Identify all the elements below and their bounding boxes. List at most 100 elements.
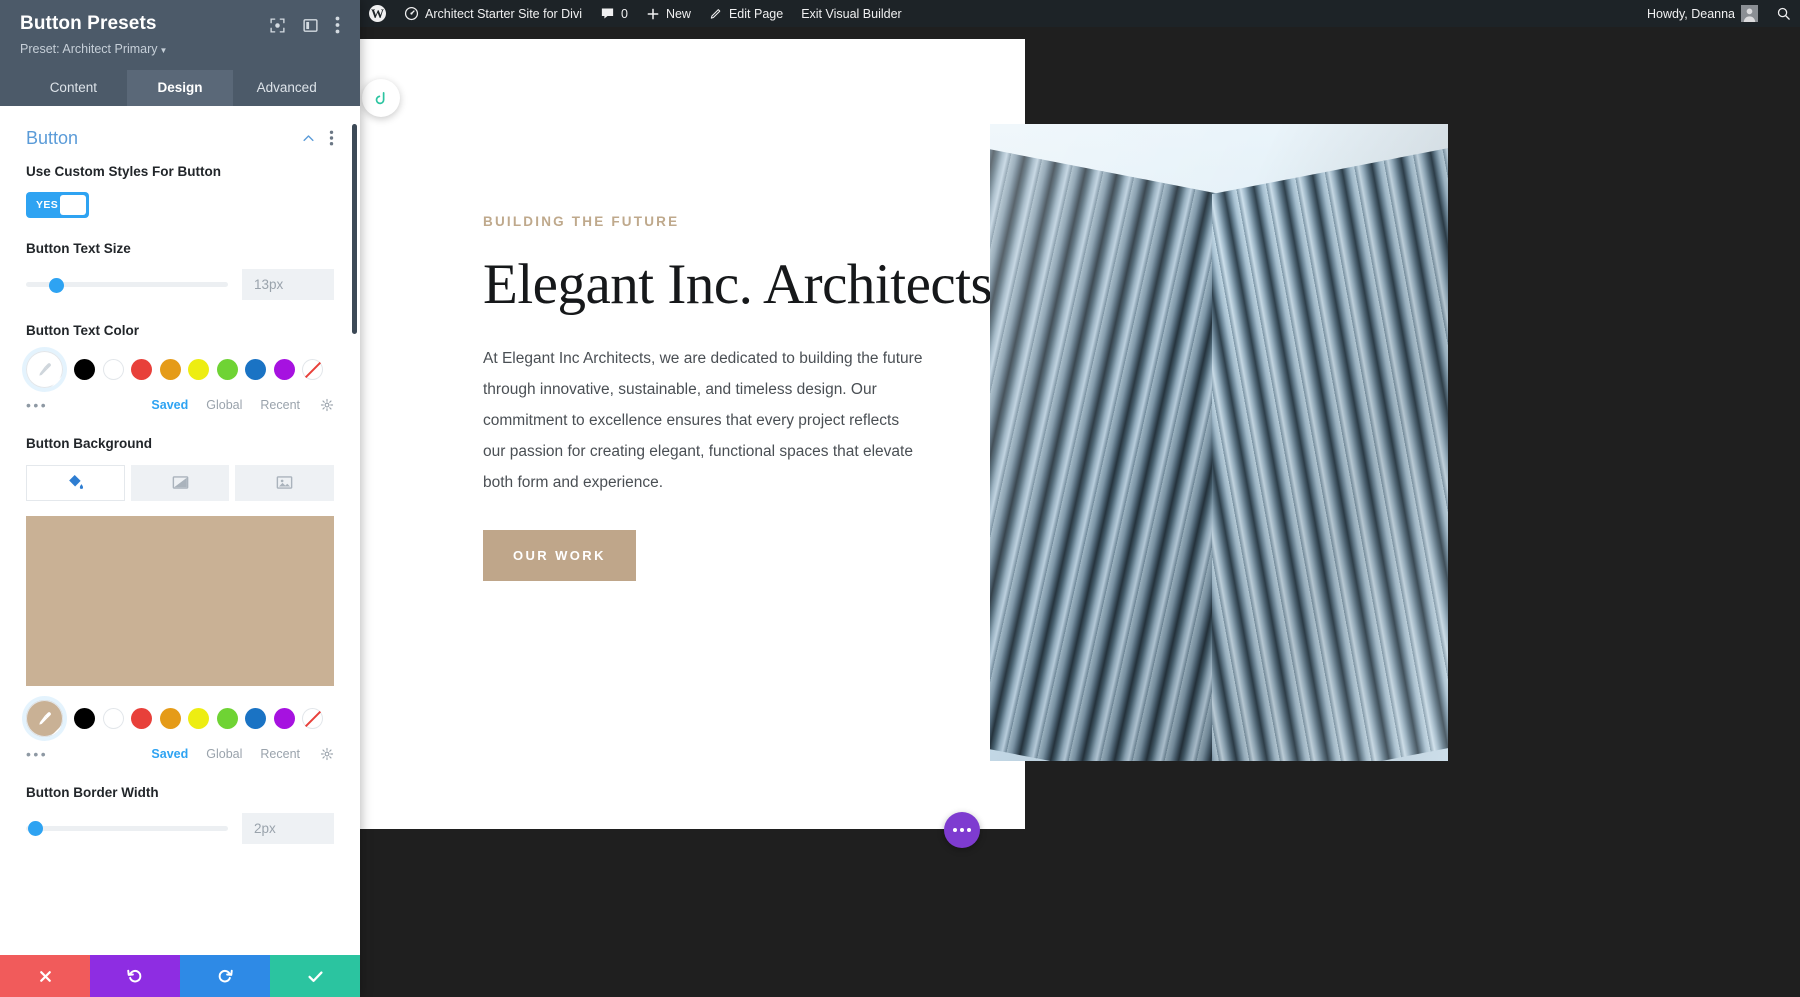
swatch-white[interactable]: [103, 359, 124, 380]
swatch-green[interactable]: [217, 359, 238, 380]
panel-tabs: Content Design Advanced: [20, 70, 340, 106]
text-size-label: Button Text Size: [26, 240, 334, 258]
avatar: [1741, 5, 1758, 22]
wp-logo-menu[interactable]: W: [360, 0, 395, 27]
account-menu[interactable]: Howdy, Deanna: [1638, 0, 1767, 27]
exit-visual-builder-link[interactable]: Exit Visual Builder: [792, 0, 911, 27]
border-width-slider[interactable]: [26, 818, 228, 838]
text-size-slider[interactable]: [26, 275, 228, 295]
text-size-input[interactable]: [242, 269, 334, 300]
preset-selector[interactable]: Preset: Architect Primary▼: [20, 42, 269, 56]
slider-handle[interactable]: [49, 278, 64, 293]
panel-header: Button Presets Preset: Architect Primary…: [0, 0, 360, 106]
ellipsis-dot: [967, 828, 971, 832]
search-icon: [1776, 6, 1791, 21]
panel-footer-actions: [0, 955, 360, 997]
slider-handle[interactable]: [28, 821, 43, 836]
background-selected-swatch[interactable]: [26, 700, 63, 737]
tab-content[interactable]: Content: [20, 70, 127, 106]
vertical-dots-icon[interactable]: [335, 16, 340, 34]
new-label: New: [666, 7, 691, 21]
plus-icon: [646, 7, 660, 21]
layout-columns-icon[interactable]: [302, 17, 319, 34]
edit-page-label: Edit Page: [729, 7, 783, 21]
adminbar-search-button[interactable]: [1767, 0, 1800, 27]
comment-bubble-icon: [600, 6, 615, 21]
panel-title: Button Presets: [20, 13, 269, 36]
dashboard-icon: [404, 6, 419, 21]
swatch-purple[interactable]: [274, 708, 295, 729]
page-title: Elegant Inc. Architects: [483, 253, 953, 317]
swatch-black[interactable]: [74, 359, 95, 380]
undo-button[interactable]: [90, 955, 180, 997]
site-name-menu[interactable]: Architect Starter Site for Divi: [395, 0, 591, 27]
cancel-button[interactable]: [0, 955, 90, 997]
field-button-text-color: Button Text Color: [26, 322, 334, 413]
swatch-blue[interactable]: [245, 708, 266, 729]
background-tab-gradient[interactable]: [131, 465, 230, 501]
background-tab-image[interactable]: [235, 465, 334, 501]
tab-advanced[interactable]: Advanced: [233, 70, 340, 106]
swatch-red[interactable]: [131, 708, 152, 729]
divi-builder-tab[interactable]: [362, 79, 400, 117]
border-width-input[interactable]: [242, 813, 334, 844]
new-content-menu[interactable]: New: [637, 0, 700, 27]
site-name-label: Architect Starter Site for Divi: [425, 7, 582, 21]
swatch-white[interactable]: [103, 708, 124, 729]
text-color-global-tab[interactable]: Global: [206, 398, 242, 412]
swatch-yellow[interactable]: [188, 359, 209, 380]
redo-button[interactable]: [180, 955, 270, 997]
edit-page-link[interactable]: Edit Page: [700, 0, 792, 27]
background-tab-color[interactable]: [26, 465, 125, 501]
ellipsis-dot: [953, 828, 957, 832]
text-color-selected-swatch[interactable]: [26, 351, 63, 388]
swatch-corner: [50, 375, 63, 388]
section-more-icon[interactable]: [329, 130, 334, 146]
ellipsis-dot: [960, 828, 964, 832]
comments-menu[interactable]: 0: [591, 0, 637, 27]
swatch-red[interactable]: [131, 359, 152, 380]
pencil-icon: [709, 7, 723, 21]
background-recent-tab[interactable]: Recent: [260, 747, 300, 761]
background-saved-tab[interactable]: Saved: [151, 747, 188, 761]
custom-styles-toggle[interactable]: YES: [26, 192, 89, 218]
section-title: Button: [26, 128, 78, 149]
swatch-green[interactable]: [217, 708, 238, 729]
swatch-orange[interactable]: [160, 708, 181, 729]
field-button-text-size: Button Text Size: [26, 240, 334, 300]
text-color-recent-tab[interactable]: Recent: [260, 398, 300, 412]
page-preview-sheet: BUILDING THE FUTURE Elegant Inc. Archite…: [360, 39, 1025, 829]
hero-body-text: At Elegant Inc Architects, we are dedica…: [483, 343, 923, 498]
swatch-purple[interactable]: [274, 359, 295, 380]
chevron-down-icon: ▼: [160, 46, 168, 55]
swatch-yellow[interactable]: [188, 708, 209, 729]
comment-count: 0: [621, 7, 628, 21]
background-color-preview[interactable]: [26, 516, 334, 686]
background-type-tabs: [26, 465, 334, 501]
swatch-transparent[interactable]: [302, 359, 323, 380]
panel-scrollbar[interactable]: [352, 124, 357, 334]
focus-target-icon[interactable]: [269, 17, 286, 34]
swatch-transparent[interactable]: [302, 708, 323, 729]
howdy-label: Howdy, Deanna: [1647, 7, 1735, 21]
swatch-blue[interactable]: [245, 359, 266, 380]
text-color-more-button[interactable]: •••: [26, 397, 74, 413]
hero-eyebrow: BUILDING THE FUTURE: [483, 214, 953, 229]
save-button[interactable]: [270, 955, 360, 997]
background-meta-row: ••• Saved Global Recent: [26, 746, 334, 762]
chevron-up-icon[interactable]: [301, 131, 316, 146]
gear-icon[interactable]: [320, 398, 334, 412]
toggle-value: YES: [29, 199, 58, 211]
background-more-button[interactable]: •••: [26, 746, 74, 762]
tab-design[interactable]: Design: [127, 70, 234, 106]
field-button-background: Button Background: [26, 435, 334, 761]
button-section-header: Button: [26, 106, 334, 163]
swatch-orange[interactable]: [160, 359, 181, 380]
our-work-button[interactable]: OUR WORK: [483, 530, 636, 581]
swatch-black[interactable]: [74, 708, 95, 729]
background-global-tab[interactable]: Global: [206, 747, 242, 761]
builder-settings-fab[interactable]: [944, 812, 980, 848]
text-color-saved-tab[interactable]: Saved: [151, 398, 188, 412]
gear-icon[interactable]: [320, 747, 334, 761]
hero-image: [990, 124, 1448, 761]
